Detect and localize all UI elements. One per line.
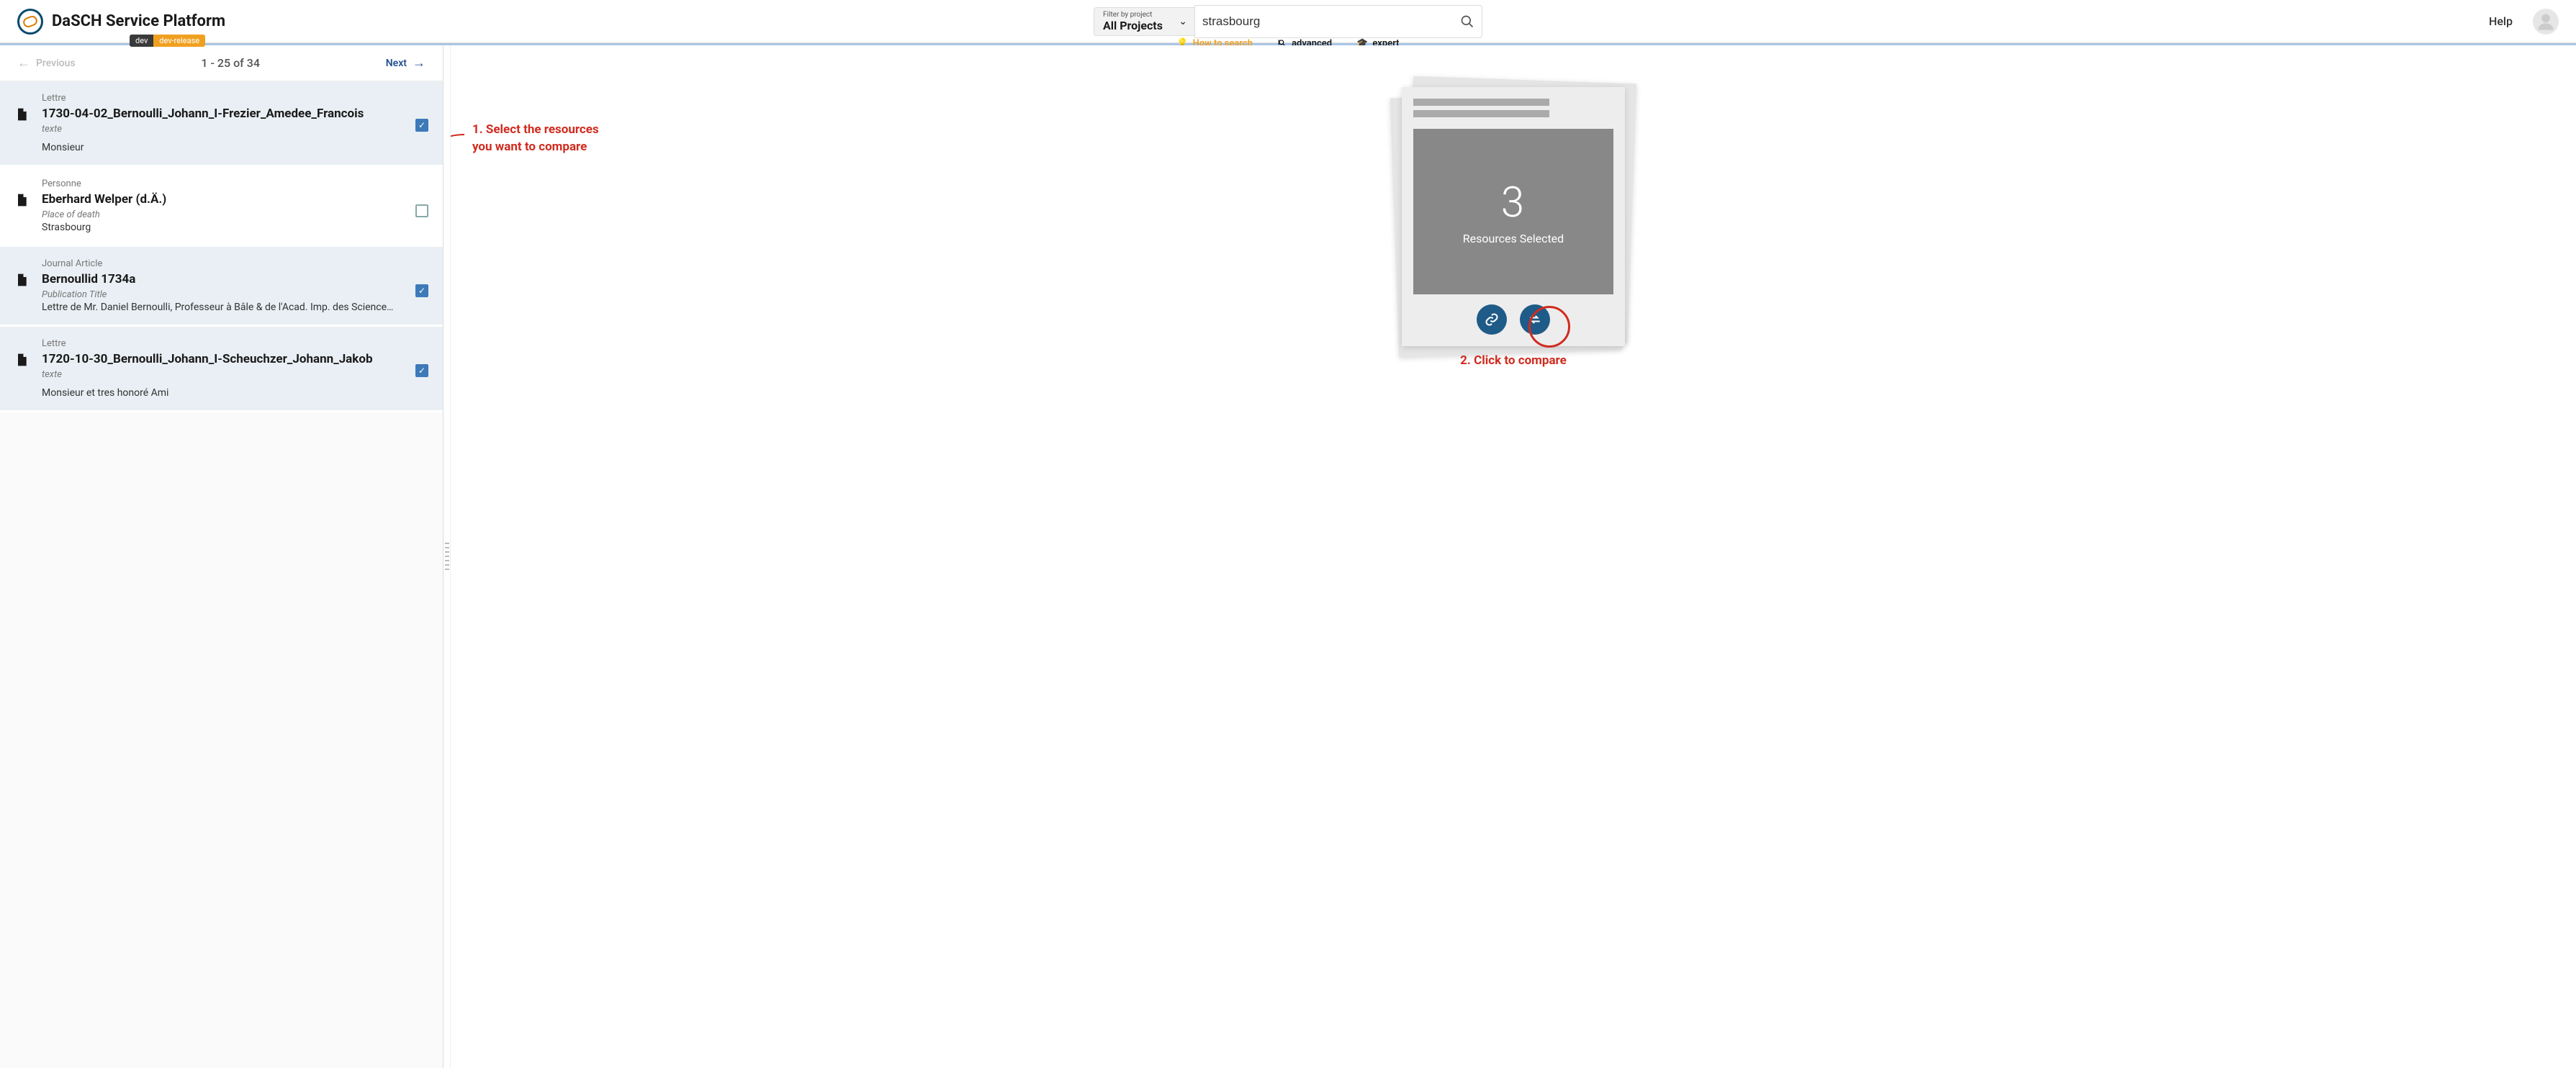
result-checkbox[interactable]	[415, 204, 428, 217]
result-checkbox-col: ✓	[415, 338, 428, 377]
result-title: Eberhard Welper (d.Ä.)	[42, 192, 404, 207]
result-title: 1720-10-30_Bernoulli_Johann_I-Scheuchzer…	[42, 352, 404, 366]
badge-dev: dev	[130, 35, 153, 47]
chevron-down-icon: ⌄	[1179, 16, 1187, 27]
result-type: Lettre	[42, 93, 404, 104]
result-field-label: Place of death	[42, 209, 404, 220]
link-button[interactable]	[1477, 304, 1507, 335]
detail-pane: 1. Select the resources you want to comp…	[451, 45, 2576, 1068]
pane-splitter[interactable]	[443, 45, 451, 1068]
selection-card-stack: 3 Resources Selected	[1395, 80, 1632, 353]
result-checkbox-col	[415, 178, 428, 217]
brand-title: DaSCH Service Platform	[52, 12, 225, 30]
pagination-range: 1 - 25 of 34	[201, 56, 260, 70]
result-checkbox[interactable]: ✓	[415, 284, 428, 297]
env-badges: dev dev-release	[130, 35, 205, 47]
annotation-step-2: 2. Click to compare	[1460, 353, 1567, 368]
annotation-arrow-icon	[451, 129, 468, 150]
result-type: Personne	[42, 178, 404, 189]
result-body: Personne Eberhard Welper (d.Ä.) Place of…	[42, 178, 404, 233]
document-icon	[14, 351, 30, 368]
result-field-label: texte	[42, 369, 404, 380]
badge-release: dev-release	[153, 35, 205, 47]
document-icon	[14, 106, 30, 123]
search-field	[1194, 5, 1482, 38]
previous-label: Previous	[36, 58, 76, 69]
result-title: 1730-04-02_Bernoulli_Johann_I-Frezier_Am…	[42, 107, 404, 121]
selection-summary: 3 Resources Selected	[1413, 129, 1613, 294]
search-icon[interactable]	[1460, 14, 1474, 29]
selection-label: Resources Selected	[1463, 232, 1564, 245]
selection-count: 3	[1501, 178, 1526, 227]
skeleton-line	[1413, 99, 1549, 106]
search-input[interactable]	[1202, 14, 1460, 29]
arrow-right-icon: →	[413, 55, 425, 71]
user-avatar[interactable]	[2533, 9, 2559, 35]
arrow-left-icon: ←	[17, 55, 30, 71]
brand-logo-icon	[17, 9, 43, 35]
results-pane: ← Previous 1 - 25 of 34 Next → Lettre 17…	[0, 45, 443, 1068]
results-list[interactable]: Lettre 1730-04-02_Bernoulli_Johann_I-Fre…	[0, 81, 443, 1068]
annotation-step-1-line1: 1. Select the resources	[472, 122, 599, 139]
result-item[interactable]: Journal Article Bernoullid 1734a Publica…	[0, 247, 443, 327]
top-bar: DaSCH Service Platform dev dev-release F…	[0, 0, 2576, 43]
link-icon	[1485, 312, 1499, 327]
result-field-label: texte	[42, 124, 404, 135]
pagination-bar: ← Previous 1 - 25 of 34 Next →	[0, 45, 443, 81]
highlight-ring	[1528, 306, 1570, 348]
skeleton-line	[1413, 110, 1549, 117]
result-extra-text: Monsieur	[42, 142, 404, 153]
next-label: Next	[386, 58, 407, 69]
result-type: Journal Article	[42, 258, 404, 269]
annotation-step-1: 1. Select the resources you want to comp…	[472, 122, 599, 156]
document-icon	[14, 191, 30, 209]
result-type: Lettre	[42, 338, 404, 349]
result-item[interactable]: Personne Eberhard Welper (d.Ä.) Place of…	[0, 167, 443, 247]
drag-handle-icon	[445, 543, 449, 571]
result-field-value: Lettre de Mr. Daniel Bernoulli, Professe…	[42, 302, 395, 313]
brand-area: DaSCH Service Platform	[17, 9, 225, 35]
result-checkbox[interactable]: ✓	[415, 119, 428, 132]
result-checkbox[interactable]: ✓	[415, 364, 428, 377]
result-field-value: Strasbourg	[42, 222, 395, 233]
result-title: Bernoullid 1734a	[42, 272, 404, 286]
result-field-label: Publication Title	[42, 289, 404, 300]
result-body: Lettre 1720-10-30_Bernoulli_Johann_I-Sch…	[42, 338, 404, 399]
project-filter-label: Filter by project	[1103, 11, 1173, 19]
result-item[interactable]: Lettre 1720-10-30_Bernoulli_Johann_I-Sch…	[0, 327, 443, 412]
body: ← Previous 1 - 25 of 34 Next → Lettre 17…	[0, 45, 2576, 1068]
search-zone: Filter by project All Projects ⌄ 💡 How t…	[1094, 5, 1482, 38]
result-item[interactable]: Lettre 1730-04-02_Bernoulli_Johann_I-Fre…	[0, 81, 443, 167]
document-icon	[14, 271, 30, 289]
stack-front-page: 3 Resources Selected	[1402, 87, 1625, 346]
result-checkbox-col: ✓	[415, 93, 428, 132]
result-body: Lettre 1730-04-02_Bernoulli_Johann_I-Fre…	[42, 93, 404, 153]
result-extra-text: Monsieur et tres honoré Ami	[42, 387, 404, 399]
help-link[interactable]: Help	[2489, 14, 2513, 28]
project-filter-dropdown[interactable]: Filter by project All Projects ⌄	[1094, 7, 1194, 36]
result-body: Journal Article Bernoullid 1734a Publica…	[42, 258, 404, 313]
previous-page-button[interactable]: ← Previous	[17, 55, 76, 71]
result-checkbox-col: ✓	[415, 258, 428, 297]
next-page-button[interactable]: Next →	[386, 55, 425, 71]
project-filter-value: All Projects	[1103, 19, 1173, 32]
annotation-step-1-line2: you want to compare	[472, 139, 599, 156]
selection-actions	[1413, 302, 1613, 335]
